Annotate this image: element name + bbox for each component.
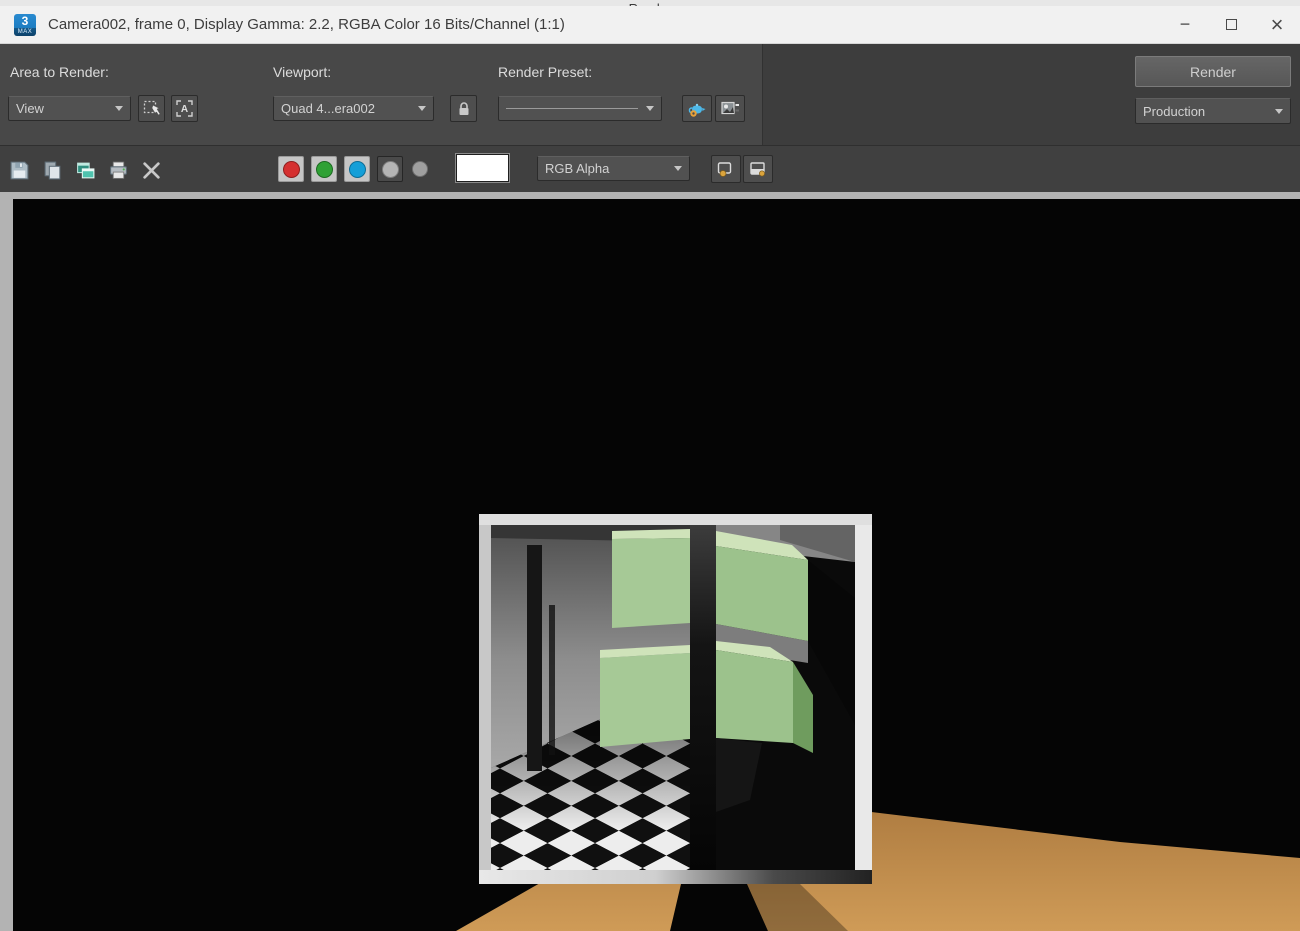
chevron-down-icon [1275, 109, 1283, 114]
rendered-scene [13, 199, 1300, 931]
monochrome-icon [382, 161, 399, 178]
clear-icon [141, 160, 162, 181]
clone-window-button[interactable] [72, 157, 98, 183]
render-preset-dropdown[interactable] [498, 96, 662, 121]
area-to-render-value: View [16, 101, 44, 116]
close-icon: × [1271, 12, 1284, 38]
edit-region-icon [142, 99, 161, 118]
render-toolbar: Area to Render: View A Viewport: Quad 4.… [0, 44, 1300, 145]
chevron-down-icon [115, 106, 123, 111]
red-channel-icon [283, 161, 300, 178]
toggle-ui-overlays-icon [716, 160, 736, 179]
save-image-icon [9, 160, 30, 181]
print-image-button[interactable] [105, 157, 131, 183]
print-image-icon [108, 160, 129, 181]
blue-channel-icon [349, 161, 366, 178]
render-view[interactable] [13, 199, 1300, 931]
dark-pillar [527, 545, 542, 771]
3ds-max-logo: 3 MAX [14, 14, 36, 36]
edit-region-button[interactable] [138, 95, 165, 122]
logo-text-bottom: MAX [14, 28, 36, 36]
render-preset-label: Render Preset: [498, 64, 592, 80]
color-swatch[interactable] [456, 154, 509, 182]
toggle-ui-overlays-button[interactable] [711, 155, 741, 183]
toggle-ui-button[interactable] [743, 155, 773, 183]
lock-icon [455, 100, 473, 118]
area-to-render-dropdown[interactable]: View [8, 96, 131, 121]
lock-viewport-button[interactable] [450, 95, 477, 122]
area-to-render-label: Area to Render: [10, 64, 109, 80]
green-channel-button[interactable] [311, 156, 337, 182]
maximize-button[interactable] [1208, 6, 1254, 43]
window-title: Camera002, frame 0, Display Gamma: 2.2, … [48, 16, 565, 33]
chevron-down-icon [418, 106, 426, 111]
minimize-button[interactable]: − [1162, 6, 1208, 43]
logo-text-top: 3 [14, 14, 36, 28]
auto-region-button[interactable]: A [171, 95, 198, 122]
green-channel-icon [316, 161, 333, 178]
render-mode-dropdown[interactable]: Production [1135, 98, 1291, 124]
auto-region-icon: A [175, 99, 194, 118]
close-button[interactable]: × [1254, 6, 1300, 43]
channel-display-dropdown[interactable]: RGB Alpha [537, 156, 690, 181]
viewport-label: Viewport: [273, 64, 331, 80]
chevron-down-icon [646, 106, 654, 111]
render-mode-value: Production [1143, 104, 1205, 119]
channel-display-value: RGB Alpha [545, 161, 609, 176]
exposure-control-icon [720, 100, 740, 118]
maximize-icon [1226, 19, 1237, 30]
monochrome-button[interactable] [377, 156, 403, 182]
render-setup-button[interactable] [682, 95, 712, 122]
render-setup-teapot-icon [687, 100, 707, 118]
viewport-dropdown[interactable]: Quad 4...era002 [273, 96, 434, 121]
copy-image-icon [42, 160, 63, 181]
render-button-label: Render [1190, 64, 1236, 80]
alpha-channel-button[interactable] [412, 161, 428, 177]
separator-line-icon [506, 108, 638, 109]
save-image-button[interactable] [6, 157, 32, 183]
chevron-down-icon [674, 166, 682, 171]
canvas-frame [0, 192, 1300, 931]
window-mullion [690, 525, 716, 870]
copy-image-button[interactable] [39, 157, 65, 183]
toggle-ui-icon [748, 160, 768, 179]
environment-exposure-button[interactable] [715, 95, 745, 122]
display-toolbar: RGB Alpha [0, 145, 1300, 192]
render-button[interactable]: Render [1135, 56, 1291, 87]
room-interior [491, 525, 855, 870]
minimize-icon: − [1180, 14, 1191, 35]
svg-text:A: A [181, 104, 188, 115]
window-controls: − × [1162, 6, 1300, 43]
clear-button[interactable] [138, 157, 164, 183]
titlebar[interactable]: 3 MAX Camera002, frame 0, Display Gamma:… [0, 6, 1300, 44]
red-channel-button[interactable] [278, 156, 304, 182]
blue-channel-button[interactable] [344, 156, 370, 182]
rendered-frame-window: Render 3 MAX Camera002, frame 0, Display… [0, 0, 1300, 931]
clone-window-icon [75, 160, 96, 181]
viewport-value: Quad 4...era002 [281, 101, 375, 116]
